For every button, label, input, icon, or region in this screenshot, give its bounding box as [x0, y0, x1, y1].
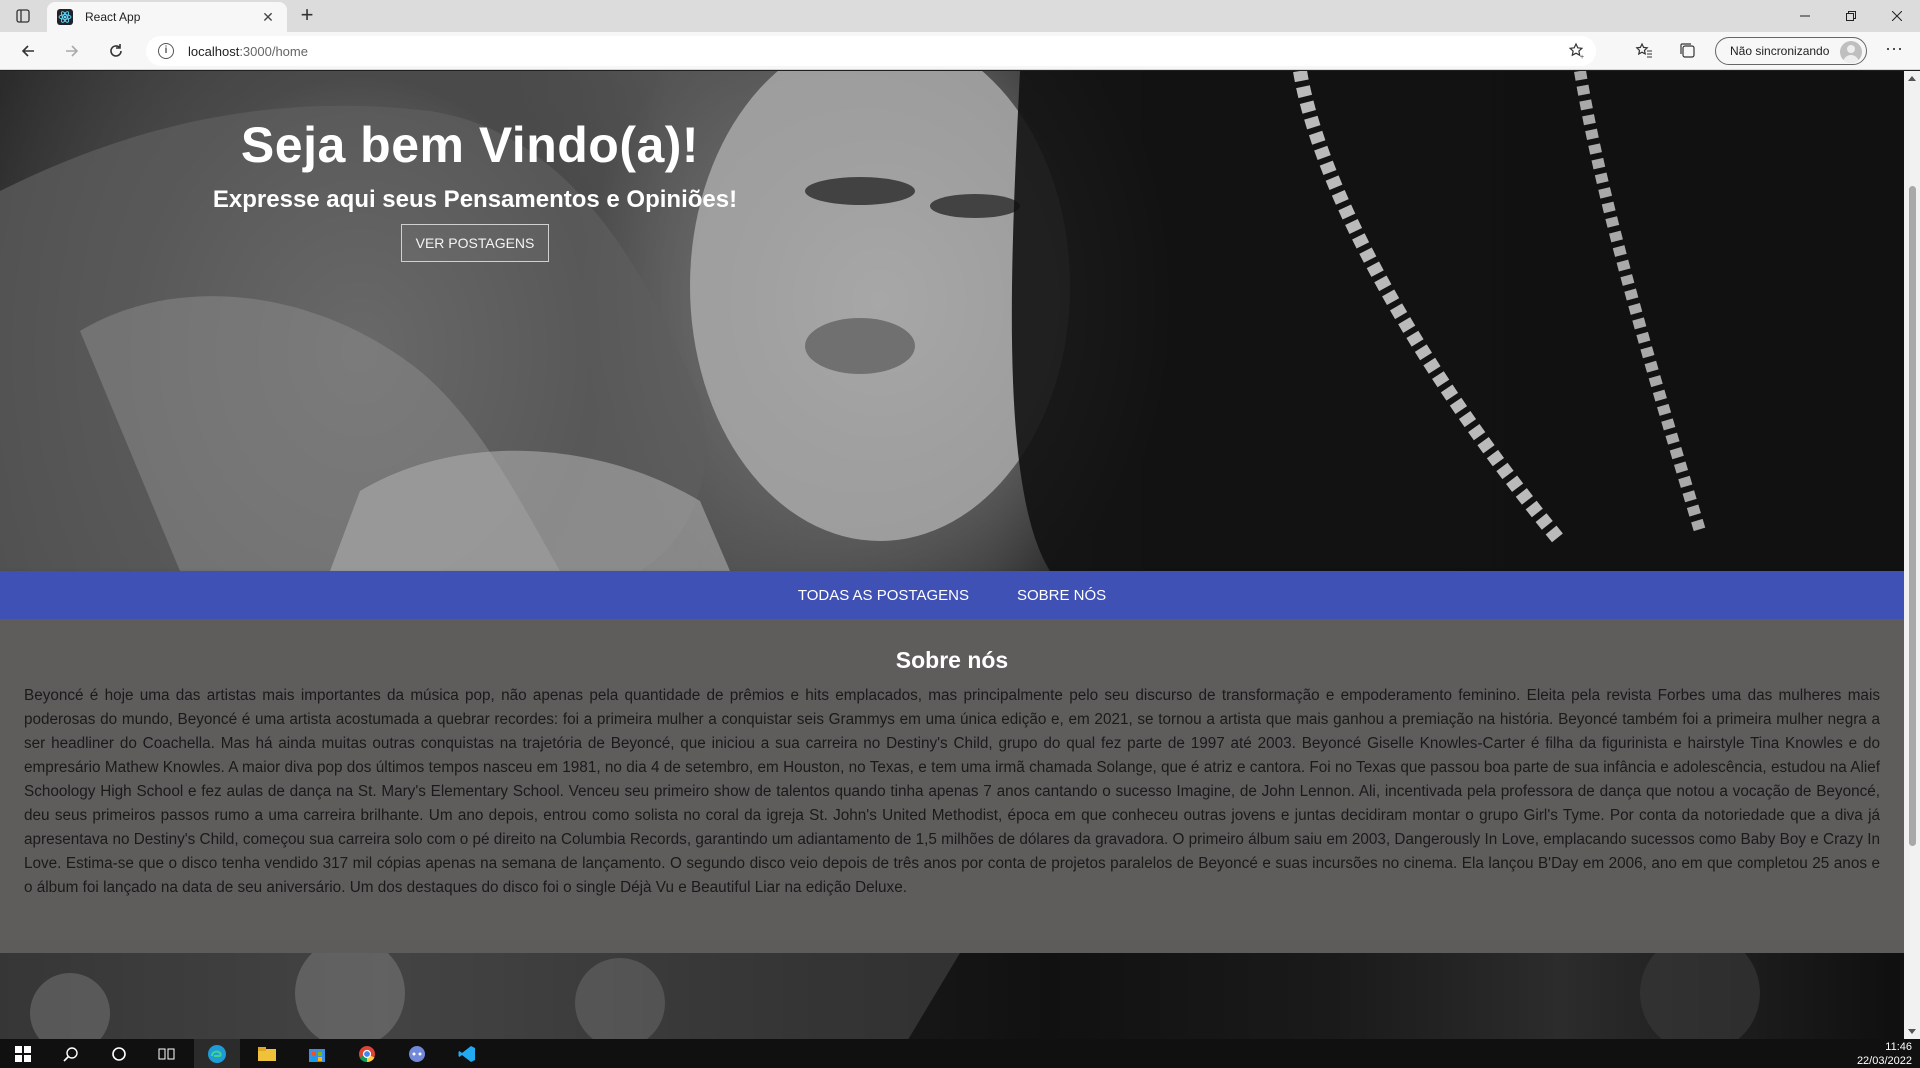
profile-button[interactable]: Não sincronizando: [1715, 37, 1867, 65]
tab-title: React App: [85, 10, 141, 24]
clock-time: 11:46: [1885, 1041, 1912, 1053]
window-close-icon[interactable]: [1874, 0, 1920, 32]
site-info-icon[interactable]: i: [158, 43, 174, 59]
minimize-icon[interactable]: [1782, 0, 1828, 32]
favorites-icon[interactable]: [1630, 37, 1658, 65]
chrome-icon[interactable]: [344, 1039, 390, 1068]
add-favorite-icon[interactable]: +: [1568, 42, 1586, 65]
hero-subtitle: Expresse aqui seus Pensamentos e Opiniõe…: [212, 186, 738, 213]
taskbar-clock[interactable]: 11:46 22/03/2022: [1857, 1040, 1912, 1068]
hero-banner: Seja bem Vindo(a)! Expresse aqui seus Pe…: [0, 71, 1904, 571]
browser-tab-strip: React App ✕ +: [0, 0, 1920, 32]
clock-date: 22/03/2022: [1856, 1055, 1912, 1067]
vscode-icon[interactable]: [444, 1039, 490, 1068]
windows-taskbar: 11:46 22/03/2022: [0, 1039, 1920, 1068]
about-section: Sobre nós Beyoncé é hoje uma das artista…: [0, 619, 1904, 941]
back-arrow-icon[interactable]: [14, 37, 42, 65]
react-favicon-icon: [57, 9, 73, 25]
address-bar[interactable]: i localhost:3000/home +: [146, 36, 1596, 66]
cortana-icon[interactable]: [96, 1039, 142, 1068]
page-viewport: Seja bem Vindo(a)! Expresse aqui seus Pe…: [0, 71, 1904, 1039]
refresh-icon[interactable]: [102, 37, 130, 65]
browser-toolbar: i localhost:3000/home + Não sincronizand…: [0, 32, 1920, 70]
search-icon[interactable]: [48, 1039, 94, 1068]
url-text: localhost:3000/home: [188, 43, 308, 59]
avatar: [1840, 41, 1862, 63]
new-tab-button[interactable]: +: [295, 4, 319, 28]
about-text: Beyoncé é hoje uma das artistas mais imp…: [24, 687, 1880, 896]
footer-photo: [0, 953, 1904, 1039]
windows-start-icon[interactable]: [0, 1039, 46, 1068]
store-icon[interactable]: [294, 1039, 340, 1068]
menu-item-about[interactable]: SOBRE NÓS: [1017, 581, 1106, 610]
scroll-down-icon[interactable]: [1908, 1029, 1916, 1034]
hero-title: Seja bem Vindo(a)!: [240, 117, 700, 173]
scroll-thumb[interactable]: [1909, 186, 1916, 846]
main-menu-bar: TODAS AS POSTAGENS SOBRE NÓS: [0, 571, 1904, 619]
hero-text-block: Seja bem Vindo(a)! Expresse aqui seus Pe…: [205, 116, 745, 262]
menu-item-all-posts[interactable]: TODAS AS POSTAGENS: [798, 581, 969, 610]
view-posts-button[interactable]: VER POSTAGENS: [400, 224, 550, 262]
about-title: Sobre nós: [895, 647, 1009, 673]
file-explorer-icon[interactable]: [244, 1039, 290, 1068]
discord-icon[interactable]: [394, 1039, 440, 1068]
collections-icon[interactable]: [1674, 37, 1702, 65]
browser-tab[interactable]: React App ✕: [47, 2, 287, 32]
tab-close-icon[interactable]: ✕: [259, 9, 277, 26]
task-view-icon[interactable]: [144, 1039, 190, 1068]
more-options-icon[interactable]: ···: [1880, 37, 1908, 65]
forward-arrow-icon[interactable]: [58, 37, 86, 65]
tab-actions-icon[interactable]: [10, 6, 36, 26]
scroll-up-icon[interactable]: [1908, 76, 1916, 81]
svg-text:+: +: [1580, 54, 1584, 60]
restore-icon[interactable]: [1828, 0, 1874, 32]
page-scrollbar[interactable]: [1904, 71, 1920, 1039]
profile-status-label: Não sincronizando: [1730, 44, 1830, 58]
edge-taskbar-icon[interactable]: [194, 1039, 240, 1068]
